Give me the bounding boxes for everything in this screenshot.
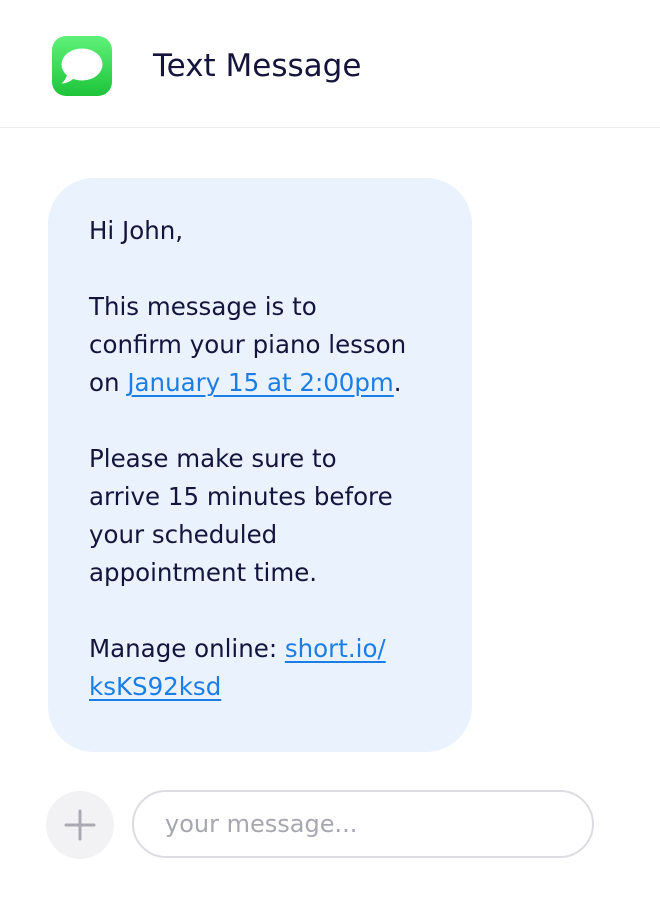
message-text-line: appointment time. xyxy=(89,558,318,587)
messages-app-icon xyxy=(52,36,112,96)
message-text-line: ksKS92ksd xyxy=(89,668,442,706)
manage-online-link-continued[interactable]: ksKS92ksd xyxy=(89,672,221,701)
message-text-line: on January 15 at 2:00pm. xyxy=(89,364,442,402)
message-input[interactable] xyxy=(132,790,594,858)
message-text-line: Please make sure to xyxy=(89,444,337,473)
page-title: Text Message xyxy=(153,48,362,84)
message-text-segment: . xyxy=(393,368,402,397)
message-text-segment: on xyxy=(89,368,128,397)
message-text-line: confirm your piano lesson xyxy=(89,330,407,359)
messages-bubble-icon xyxy=(61,48,103,84)
message-greeting: Hi John, xyxy=(89,216,184,245)
plus-icon xyxy=(64,809,96,841)
manage-label: Manage online: xyxy=(89,634,285,663)
message-text-line: arrive 15 minutes before xyxy=(89,482,393,511)
message-text-line: your scheduled xyxy=(89,520,278,549)
add-attachment-button[interactable] xyxy=(46,791,114,859)
message-bubble: Hi John, This message is to confirm your… xyxy=(48,178,472,752)
header: Text Message xyxy=(0,0,660,128)
appointment-date-link[interactable]: January 15 at 2:00pm xyxy=(127,368,393,397)
message-text-line: Manage online: short.io/ xyxy=(89,630,442,668)
message-text-line: This message is to xyxy=(89,292,317,321)
manage-online-link[interactable]: short.io/ xyxy=(285,634,386,663)
